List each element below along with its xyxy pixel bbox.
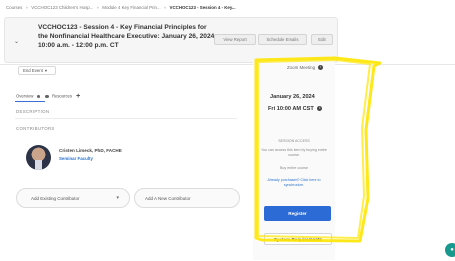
session-time-label: Fri 10:00 AM CST [268, 106, 314, 112]
event-header: ⌄ VCCHOC123 - Session 4 - Key Financial … [4, 17, 338, 63]
end-event-dropdown[interactable]: End Event ▾ [18, 66, 56, 75]
session-date: January 26, 2024 [270, 94, 315, 100]
add-existing-label: Add Existing Contributor [31, 195, 80, 201]
add-existing-contributor-button[interactable]: Add Existing Contributor ▾ [16, 188, 130, 208]
end-event-label: End Event [23, 68, 43, 73]
system-requirements-button[interactable]: System Requirements [264, 233, 332, 245]
zoom-meeting-link[interactable]: Zoom Meeting i [287, 65, 324, 71]
tab-bar: Overview Resources + [16, 93, 80, 100]
zoom-meeting-label: Zoom Meeting [287, 65, 316, 70]
session-time: Fri 10:00 AM CST i [268, 106, 323, 112]
tab-overview[interactable]: Overview [16, 94, 33, 99]
avatar[interactable] [26, 145, 51, 170]
chevron-down-icon: ▾ [44, 67, 47, 73]
section-divider [15, 118, 237, 119]
contributors-heading: CONTRIBUTORS [16, 126, 55, 131]
breadcrumb-item-module[interactable]: Module 4 Key Financial Prin... [102, 5, 160, 10]
tab-resources[interactable]: Resources [52, 94, 72, 99]
edit-button[interactable]: Edit [311, 34, 333, 45]
info-icon[interactable]: i [318, 65, 324, 71]
access-note: You can access this item by buying entir… [261, 148, 327, 157]
dot-icon [45, 94, 49, 99]
contributor-name[interactable]: Cristen Limeck, PhD, FACHE [59, 148, 122, 153]
breadcrumb: Courses » VCCHOC123 Children's Hosp... »… [6, 5, 236, 10]
register-button[interactable]: Register [264, 206, 331, 221]
info-icon[interactable]: i [317, 106, 323, 112]
add-new-label: Add A New Contributor [145, 195, 191, 201]
page-title: VCCHOC123 - Session 4 - Key Financial Pr… [38, 24, 217, 49]
chevron-down-icon: ▾ [116, 195, 119, 201]
description-heading: DESCRIPTION [16, 109, 50, 114]
breadcrumb-item-courses[interactable]: Courses [6, 5, 22, 10]
session-panel [253, 60, 335, 260]
chat-icon[interactable]: ● [445, 243, 455, 257]
breadcrumb-item-current: VCCHOC123 - Session 4 - Key... [169, 5, 236, 10]
toolbar-divider [0, 64, 455, 65]
sync-purchase-link[interactable]: Already purchased? Click here to synchro… [257, 178, 331, 188]
active-tab-indicator [15, 101, 45, 102]
breadcrumb-separator: » [96, 5, 100, 10]
schedule-emails-button[interactable]: Schedule Emails [258, 34, 307, 45]
session-access-heading: SESSION ACCESS [278, 139, 310, 143]
view-report-button[interactable]: View Report [214, 34, 256, 45]
breadcrumb-separator: » [25, 5, 29, 10]
add-tab-icon[interactable]: + [76, 93, 80, 100]
breadcrumb-separator: » [163, 5, 167, 10]
breadcrumb-item-course[interactable]: VCCHOC123 Children's Hosp... [31, 5, 93, 10]
dot-icon [36, 94, 41, 99]
add-new-contributor-button[interactable]: Add A New Contributor [134, 188, 240, 208]
chevron-down-icon[interactable]: ⌄ [14, 38, 19, 45]
buy-course-link[interactable]: Buy entire course [257, 166, 331, 171]
contributor-role: Seminar Faculty [59, 156, 93, 161]
